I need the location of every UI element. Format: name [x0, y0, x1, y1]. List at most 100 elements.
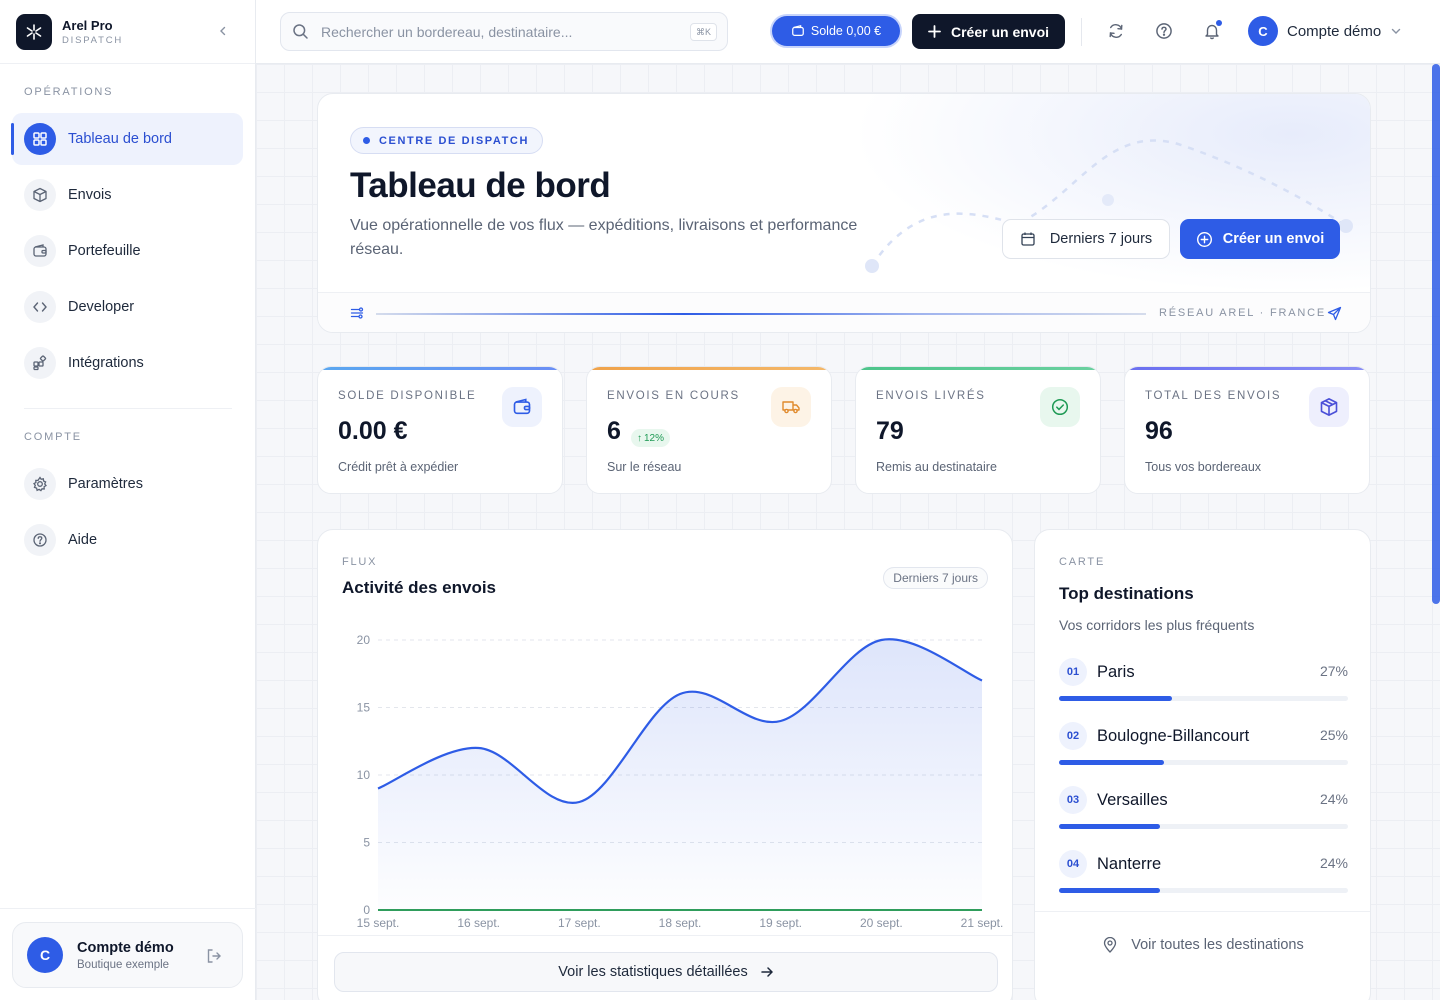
- create-shipment-label: Créer un envoi: [950, 23, 1050, 40]
- stat-accent-bar: [587, 367, 831, 370]
- chart-range-badge[interactable]: Derniers 7 jours: [883, 567, 988, 589]
- account-menu[interactable]: C Compte démo: [1248, 16, 1402, 46]
- destination-progress-fill: [1059, 760, 1164, 765]
- sidebar-account-card[interactable]: C Compte démo Boutique exemple: [12, 922, 243, 988]
- y-tick-label: 10: [357, 768, 371, 782]
- stat-description: Crédit prêt à expédier: [338, 460, 459, 474]
- destination-row[interactable]: 04 Nanterre 24%: [1059, 850, 1348, 906]
- badge-label: CENTRE DE DISPATCH: [379, 134, 530, 147]
- destination-percent: 24%: [1319, 791, 1348, 807]
- sidebar-item-label: Intégrations: [68, 355, 144, 371]
- x-tick-label: 21 sept.: [961, 916, 1004, 930]
- hero-card: CENTRE DE DISPATCH Tableau de bord Vue o…: [317, 93, 1371, 333]
- destination-row[interactable]: 01 Paris 27%: [1059, 658, 1348, 714]
- stat-card-balance[interactable]: SOLDE DISPONIBLE 0.00 € Crédit prêt à ex…: [317, 366, 563, 494]
- dashboard-icon: [24, 123, 56, 155]
- card-title: Activité des envois: [342, 578, 497, 597]
- search-input[interactable]: Rechercher un bordereau, destinataire...…: [280, 12, 728, 51]
- sidebar-item-dashboard[interactable]: Tableau de bord: [11, 113, 243, 165]
- badge-dot: [363, 137, 370, 144]
- destination-percent: 25%: [1319, 727, 1348, 743]
- x-tick-label: 18 sept.: [659, 916, 702, 930]
- destination-progress-track: [1059, 760, 1348, 765]
- page-title: Tableau de bord: [350, 166, 611, 205]
- destination-progress-track: [1059, 888, 1348, 893]
- network-route-decoration: [865, 139, 1353, 273]
- wallet-icon: [502, 387, 542, 427]
- help-icon[interactable]: [1154, 21, 1174, 41]
- y-tick-label: 15: [357, 701, 371, 715]
- send-icon: [1327, 306, 1342, 326]
- calendar-icon: [1021, 232, 1035, 246]
- account-name: Compte démo: [77, 939, 174, 956]
- gear-icon: [24, 468, 56, 500]
- view-all-destinations-link[interactable]: Voir toutes les destinations: [1035, 937, 1370, 953]
- destination-progress-track: [1059, 824, 1348, 829]
- stat-value: 6: [607, 417, 621, 445]
- stat-label: ENVOIS LIVRÉS: [876, 390, 986, 402]
- plus-circle-icon: [1196, 231, 1212, 247]
- destination-name: Paris: [1097, 663, 1135, 681]
- sidebar-item-aide[interactable]: Aide: [12, 514, 243, 566]
- avatar: C: [27, 937, 63, 973]
- hero-footer: RÉSEAU AREL · FRANCE: [318, 292, 1370, 332]
- account-name: Compte démo: [1287, 22, 1382, 40]
- sidebar-item-developer[interactable]: Developer: [12, 281, 243, 333]
- map-pin-icon: [1104, 937, 1117, 953]
- trend-badge: ↑ 12%: [631, 429, 671, 447]
- create-shipment-hero-button[interactable]: Créer un envoi: [1180, 219, 1340, 259]
- divider: [24, 408, 232, 409]
- stat-accent-bar: [318, 367, 562, 370]
- sidebar-item-label: Portefeuille: [68, 243, 141, 259]
- stat-card-in-progress[interactable]: ENVOIS EN COURS 6 ↑ 12% Sur le réseau: [586, 366, 832, 494]
- destination-percent: 24%: [1319, 855, 1348, 871]
- create-shipment-button[interactable]: Créer un envoi: [912, 14, 1065, 49]
- cube-icon: [1309, 387, 1349, 427]
- integrations-icon: [24, 347, 56, 379]
- card-subtitle: Vos corridors les plus fréquents: [1059, 617, 1255, 633]
- dispatch-center-badge: CENTRE DE DISPATCH: [350, 127, 544, 154]
- search-shortcut: ⌘K: [689, 23, 717, 41]
- x-tick-label: 16 sept.: [457, 916, 500, 930]
- stat-accent-bar: [856, 367, 1100, 370]
- stat-label: ENVOIS EN COURS: [607, 390, 740, 402]
- destination-rank: 03: [1059, 786, 1087, 814]
- stat-label: TOTAL DES ENVOIS: [1145, 390, 1282, 402]
- logout-icon[interactable]: [205, 947, 223, 970]
- section-operations: OPÉRATIONS: [24, 86, 114, 98]
- destination-row[interactable]: 03 Versailles 24%: [1059, 786, 1348, 842]
- brand-logo-icon: [16, 13, 52, 50]
- search-icon: [292, 23, 309, 43]
- check-circle-icon: [1040, 387, 1080, 427]
- stat-card-delivered[interactable]: ENVOIS LIVRÉS 79 Remis au destinataire: [855, 366, 1101, 494]
- bell-icon[interactable]: [1202, 20, 1222, 41]
- balance-button[interactable]: Solde 0,00 €: [772, 16, 900, 46]
- sidebar-item-label: Aide: [68, 532, 98, 548]
- destination-progress-track: [1059, 696, 1348, 701]
- view-all-destinations-label: Voir toutes les destinations: [1131, 937, 1304, 953]
- stat-card-total[interactable]: TOTAL DES ENVOIS 96 Tous vos bordereaux: [1124, 366, 1370, 494]
- stat-description: Remis au destinataire: [876, 460, 997, 474]
- view-stats-button[interactable]: Voir les statistiques détaillées: [334, 952, 998, 992]
- brand: Arel Pro DISPATCH: [0, 0, 255, 64]
- network-line: [376, 313, 1146, 315]
- scrollbar[interactable]: [1432, 64, 1440, 604]
- account-shop: Boutique exemple: [77, 958, 170, 971]
- collapse-sidebar-button[interactable]: [214, 22, 232, 40]
- chevron-down-icon: [1392, 28, 1401, 34]
- sidebar-item-envois[interactable]: Envois: [12, 169, 243, 221]
- sidebar: Arel Pro DISPATCH OPÉRATIONS Tableau de …: [0, 0, 256, 1000]
- date-range-button[interactable]: Derniers 7 jours: [1002, 219, 1170, 259]
- sidebar-item-portefeuille[interactable]: Portefeuille: [12, 225, 243, 277]
- box-icon: [24, 179, 56, 211]
- activity-chart: 0 5 10 15 20 15 sept. 16 sept. 17 sept. 18 sept.…: [357, 633, 1004, 930]
- refresh-icon[interactable]: [1106, 21, 1126, 41]
- brand-subtitle: DISPATCH: [62, 34, 124, 46]
- x-tick-label: 20 sept.: [860, 916, 903, 930]
- destination-row[interactable]: 02 Boulogne-Billancourt 25%: [1059, 722, 1348, 778]
- sidebar-item-parametres[interactable]: Paramètres: [12, 458, 243, 510]
- divider: [1081, 18, 1082, 46]
- top-destinations-card: CARTE Top destinations Vos corridors les…: [1034, 529, 1371, 1000]
- main-content: CENTRE DE DISPATCH Tableau de bord Vue o…: [256, 64, 1440, 1000]
- sidebar-item-integrations[interactable]: Intégrations: [12, 337, 243, 389]
